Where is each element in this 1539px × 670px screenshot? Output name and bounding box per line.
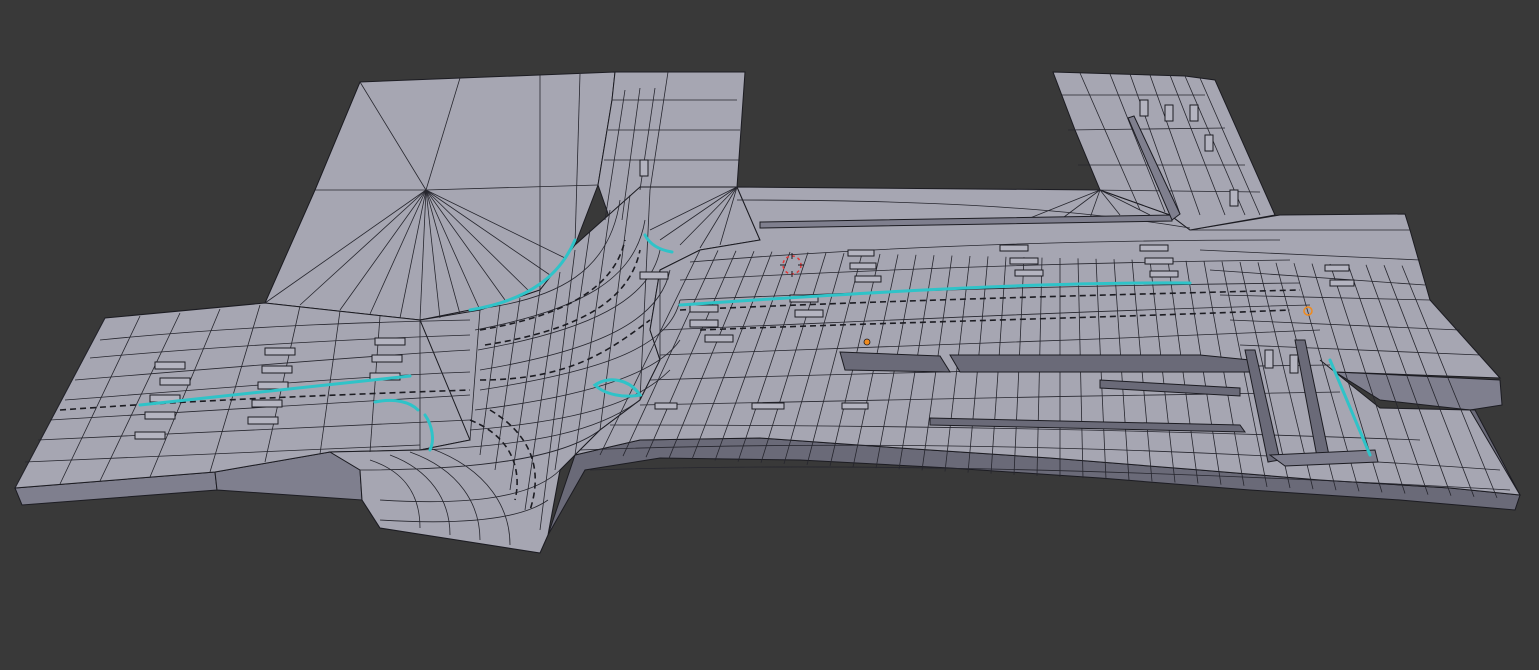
paint-rectangle [159,377,191,386]
paint-rectangle [251,399,283,408]
paint-rectangle [264,347,296,356]
paint-rectangle [847,249,875,257]
paint-rectangle [999,244,1029,252]
paint-rectangle [1014,269,1044,277]
3d-viewport[interactable] [0,0,1539,670]
paint-rectangle [1324,264,1350,272]
paint-rectangle [794,309,824,318]
paint-rectangle [704,334,734,343]
paint-rectangle [639,159,649,177]
paint-rectangle [1139,99,1149,117]
paint-rectangle [247,416,279,425]
paint-rectangle [1229,189,1239,207]
paint-rectangle [689,319,719,328]
paint-rectangle [1139,244,1169,252]
road-intersection-mesh[interactable] [0,0,1539,670]
paint-rectangle [654,402,678,410]
paint-rectangle [689,304,719,313]
paint-rectangle [257,381,289,390]
paint-rectangle [751,402,785,410]
paint-rectangle [854,275,882,283]
paint-rectangle [261,365,293,374]
paint-rectangle [1264,349,1274,369]
paint-rectangle [1164,104,1174,122]
paint-rectangle [1204,134,1214,152]
object-origin-icon[interactable] [863,338,871,346]
paint-rectangle [374,337,406,346]
paint-rectangle [144,411,176,420]
paint-rectangle [154,361,186,370]
paint-rectangle [134,431,166,440]
paint-rectangle [1289,354,1299,374]
paint-rectangle [1329,279,1355,287]
paint-rectangle [841,402,869,410]
paint-rectangle [1009,257,1039,265]
paint-rectangle [371,354,403,363]
paint-rectangle [639,271,669,280]
paint-rectangle [1144,257,1174,265]
paint-rectangle [1149,270,1179,278]
paint-rectangle [1189,104,1199,122]
paint-rectangle [849,262,877,270]
